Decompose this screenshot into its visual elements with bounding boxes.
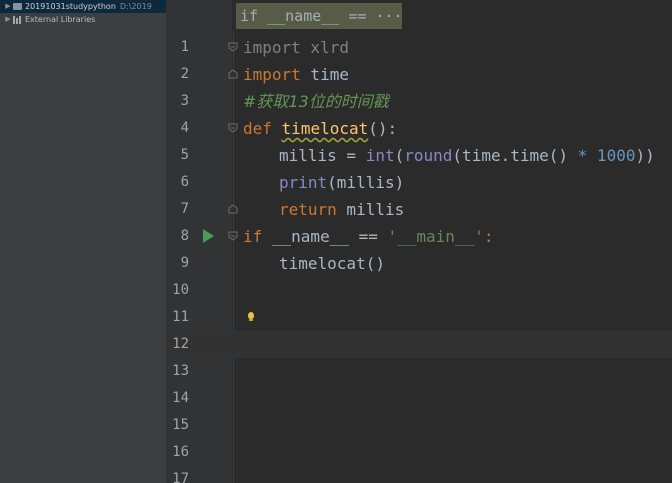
code-line-14[interactable]: 14 — [167, 385, 672, 412]
line-number: 4 — [180, 120, 189, 136]
folder-icon — [13, 3, 22, 10]
fold-icon[interactable] — [228, 231, 238, 241]
code-line-4[interactable]: 4 def timelocat(): — [167, 115, 672, 142]
fold-icon[interactable] — [228, 42, 238, 52]
code-line-9[interactable]: 9 timelocat() — [167, 250, 672, 277]
code-line-7[interactable]: 7 return millis — [167, 196, 672, 223]
project-panel: ▶ 20191031studypython D:\2019 ▶ External… — [0, 0, 167, 483]
code-line-13[interactable]: 13 — [167, 358, 672, 385]
run-icon[interactable] — [203, 229, 214, 243]
line-number: 13 — [172, 363, 189, 379]
libraries-icon — [13, 15, 22, 24]
line-number: 5 — [180, 147, 189, 163]
expand-arrow-icon[interactable]: ▶ — [0, 0, 13, 13]
code-line-10[interactable]: 10 — [167, 277, 672, 304]
code-line-16[interactable]: 16 — [167, 439, 672, 466]
line-number: 8 — [180, 228, 189, 244]
code-line-6[interactable]: 6 print(millis) — [167, 169, 672, 196]
lightbulb-icon[interactable] — [248, 312, 254, 321]
line-number: 17 — [172, 471, 189, 483]
tree-item-external-libraries[interactable]: ▶ External Libraries — [0, 13, 166, 26]
project-path: D:\2019 — [119, 2, 152, 11]
code-line-12[interactable]: 12 — [167, 331, 672, 358]
code-text: def timelocat(): — [243, 119, 398, 138]
code-line-5[interactable]: 5 millis = int(round(time.time() * 1000)… — [167, 142, 672, 169]
code-line-15[interactable]: 15 — [167, 412, 672, 439]
fold-icon[interactable] — [228, 123, 238, 133]
line-number: 15 — [172, 417, 189, 433]
code-text: millis = int(round(time.time() * 1000)) — [279, 146, 655, 165]
code-editor[interactable]: 1 import xlrd 2 import time 3 #获取13位的时间戳… — [167, 0, 672, 483]
fold-end-icon[interactable] — [228, 69, 238, 79]
code-text: return millis — [279, 200, 405, 219]
code-text: print(millis) — [279, 173, 405, 192]
fold-end-icon[interactable] — [228, 204, 238, 214]
code-line-1[interactable]: 1 import xlrd — [167, 34, 672, 61]
code-line-11[interactable]: 11 — [167, 304, 672, 331]
line-number: 9 — [180, 255, 189, 271]
line-number: 12 — [172, 336, 189, 352]
code-line-2[interactable]: 2 import time — [167, 61, 672, 88]
line-number: 7 — [180, 201, 189, 217]
ide-window: ▶ 20191031studypython D:\2019 ▶ External… — [0, 0, 672, 483]
line-number: 16 — [172, 444, 189, 460]
code-text: timelocat() — [279, 254, 385, 273]
tree-item-project[interactable]: ▶ 20191031studypython D:\2019 — [0, 0, 166, 13]
code-text: #获取13位的时间戳 — [243, 92, 389, 111]
line-number: 2 — [180, 66, 189, 82]
code-line-3[interactable]: 3 #获取13位的时间戳 — [167, 88, 672, 115]
line-number: 1 — [180, 39, 189, 55]
line-number: 10 — [172, 282, 189, 298]
line-number: 3 — [180, 93, 189, 109]
expand-arrow-icon[interactable]: ▶ — [0, 13, 13, 26]
line-number: 11 — [172, 309, 189, 325]
project-name: 20191031studypython — [25, 2, 116, 11]
code-line-17[interactable]: 17 — [167, 466, 672, 483]
code-text: if __name__ == '__main__': — [243, 227, 494, 246]
external-libraries-label: External Libraries — [25, 15, 96, 24]
line-number: 6 — [180, 174, 189, 190]
code-text: import time — [243, 65, 349, 84]
line-number: 14 — [172, 390, 189, 406]
code-text: import xlrd — [243, 38, 349, 57]
code-line-8[interactable]: 8 if __name__ == '__main__': — [167, 223, 672, 250]
sticky-scope-header[interactable]: if __name__ == ··· — [236, 3, 403, 29]
